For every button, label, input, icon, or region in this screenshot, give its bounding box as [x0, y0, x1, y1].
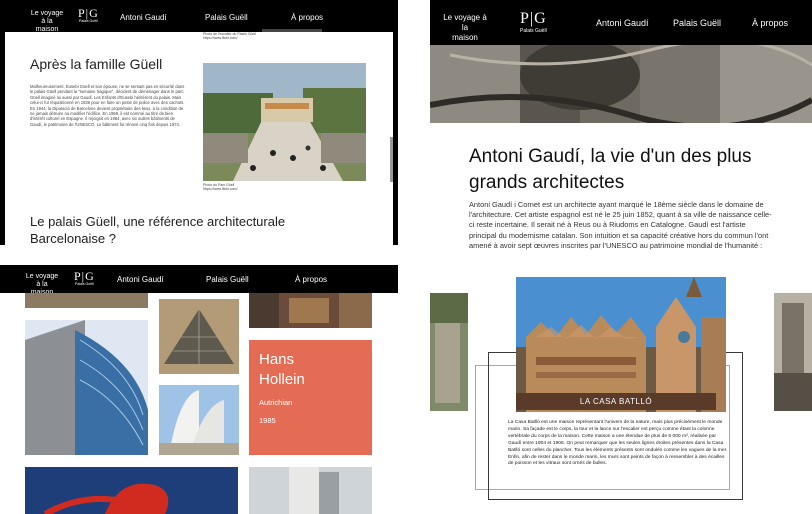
scrollbar[interactable] — [390, 137, 393, 182]
panel-palais-guell-history: Le voyage à la maison P|G Palais Guëll A… — [0, 0, 398, 245]
casa-batllo-art — [516, 277, 726, 412]
carousel-next-art — [774, 293, 812, 411]
panel-architects-grid: Le voyage à la maison P|G Palais Guëll A… — [0, 265, 398, 514]
tile-modern-tower-art — [249, 467, 372, 514]
tile-white-shells-art — [159, 385, 239, 455]
top-navbar: Le voyage à la maison P|G Palais Guëll A… — [430, 0, 812, 45]
nav-palais-guell[interactable]: Palais Guëll — [673, 18, 721, 28]
tile-city-street-art — [249, 293, 372, 328]
parc-guell-photo — [203, 63, 366, 181]
tile-blue-glass-art — [25, 320, 148, 455]
nav-antoni-gaudi[interactable]: Antoni Gaudí — [596, 18, 649, 28]
section-heading: Après la famille Güell — [30, 56, 163, 72]
architect-year: 1985 — [259, 416, 276, 425]
tile-louvre-art — [159, 299, 239, 374]
tile-red-sculpture-art — [25, 467, 238, 514]
nav-a-propos[interactable]: À propos — [291, 13, 323, 22]
tile-city-street[interactable] — [249, 293, 372, 328]
logo[interactable]: P|G Palais Guëll — [520, 10, 547, 34]
parc-guell-photo-art — [203, 63, 366, 181]
logo-letters: P|G — [74, 269, 95, 283]
logo-subtitle: Palais Guëll — [75, 282, 94, 286]
photo-caption: Photo du Parc Güell https://www.flickr.c… — [203, 183, 237, 191]
top-photo-caption: Photo de l'escalier du Palais Güell http… — [203, 32, 256, 40]
logo[interactable]: P|G Palais Guëll — [78, 7, 99, 23]
section-heading-2: Le palais Güell, une référence architect… — [30, 214, 286, 245]
card-description: La Casa Batlló est une maison représenta… — [508, 420, 728, 467]
tile-blue-glass-building[interactable] — [25, 320, 148, 455]
nav-palais-guell[interactable]: Palais Guëll — [206, 275, 249, 284]
carousel-prev-image[interactable] — [430, 293, 468, 411]
logo-subtitle: Palais Guëll — [79, 19, 98, 23]
logo-subtitle: Palais Guëll — [520, 28, 547, 34]
content-area: Photo de l'escalier du Palais Güell http… — [5, 32, 393, 245]
carousel-next-image[interactable] — [774, 293, 812, 411]
hero-banner — [430, 45, 812, 123]
brand-line-1: Le voyage à la — [30, 10, 64, 25]
logo[interactable]: P|G Palais Guëll — [74, 270, 95, 286]
logo-letters: P|G — [78, 6, 99, 20]
carousel-prev-art — [430, 293, 468, 411]
top-navbar: Le voyage à la maison P|G Palais Guëll A… — [0, 265, 398, 296]
nav-a-propos[interactable]: À propos — [752, 18, 788, 28]
tile-modern-tower[interactable] — [249, 467, 372, 514]
card-label: LA CASA BATLLÓ — [516, 393, 716, 410]
top-photo-caption-2: https://www.flickr.com/ — [203, 36, 238, 40]
photo-caption-2: https://www.flickr.com/ — [203, 187, 238, 191]
nav-antoni-gaudi[interactable]: Antoni Gaudí — [117, 275, 164, 284]
tile-white-shells-building[interactable] — [159, 385, 239, 455]
casa-batllo-photo[interactable] — [516, 277, 726, 412]
brand-line-1: Le voyage à la — [25, 273, 59, 288]
tile-bottom-red-sculpture[interactable] — [25, 467, 238, 514]
nav-a-propos[interactable]: À propos — [295, 275, 327, 284]
intro-paragraph: Antoni Gaudí i Cornet est un architecte … — [469, 200, 772, 250]
nav-palais-guell[interactable]: Palais Guëll — [205, 13, 248, 22]
logo-letters: P|G — [520, 10, 547, 27]
nav-antoni-gaudi[interactable]: Antoni Gaudí — [120, 13, 167, 22]
hero-banner-art — [430, 45, 812, 123]
tile-louvre-pyramid[interactable] — [159, 299, 239, 374]
architect-nationality: Autrichian — [259, 398, 293, 407]
brand-text[interactable]: Le voyage à la maison — [440, 13, 490, 43]
page-title: Antoni Gaudí, la vie d'un des plus grand… — [469, 146, 752, 193]
hans-hollein-card[interactable]: Hans Hollein Autrichian 1985 — [249, 340, 372, 455]
top-navbar: Le voyage à la maison P|G Palais Guëll A… — [0, 0, 398, 34]
brand-text[interactable]: Le voyage à la maison — [30, 10, 64, 34]
panel-antoni-gaudi: Le voyage à la maison P|G Palais Guëll A… — [430, 0, 812, 514]
brand-line-1: Le voyage à la — [443, 13, 487, 32]
architect-name: Hans Hollein — [259, 351, 305, 388]
tile-building-top-left[interactable] — [25, 293, 148, 308]
section-body: Malheureusement, Eusebi Güell et son épo… — [30, 84, 185, 127]
brand-line-2: maison — [452, 33, 478, 42]
